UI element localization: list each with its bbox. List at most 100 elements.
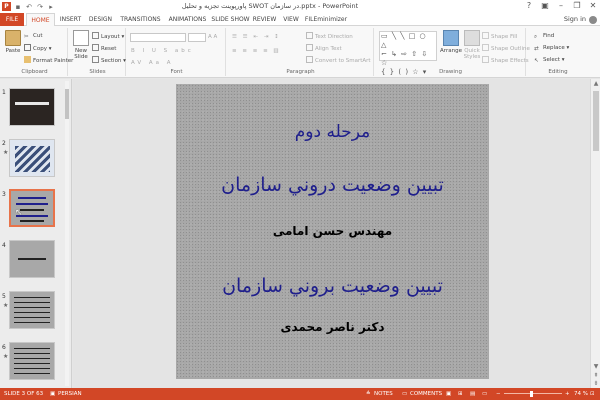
slide-heading[interactable]: مرحله دوم [176,122,489,142]
convert-smartart-button[interactable]: Convert to SmartArt [306,56,371,64]
close-button[interactable]: ✕ [588,1,598,11]
find-button[interactable]: ⌕ Find [534,32,554,40]
slide-thumbnail-1[interactable] [9,88,55,126]
minimize-button[interactable]: – [556,1,566,11]
save-icon[interactable]: ▪ [14,3,22,11]
quick-access-toolbar: P ▪ ↶ ↷ ▸ [2,2,55,11]
shape-effects-label: Shape Effects [491,58,529,64]
font-family-select[interactable] [130,33,186,42]
reset-button[interactable]: Reset [92,44,116,52]
tab-insert[interactable]: INSERT [57,13,84,26]
thumbnails-scroll-thumb[interactable] [65,89,69,119]
current-slide[interactable]: مرحله دوم تبيين وضعيت دروني سازمان مهندس… [176,84,489,379]
slide-presenter-1[interactable]: مهندس حسن امامی [176,224,489,238]
select-button[interactable]: ↖ Select ▾ [534,56,564,64]
tab-file[interactable]: FILE [0,13,24,26]
shapes-gallery[interactable]: ▭ ╲ ╲ □ ○ △ ⌐ ↳ ⇨ ⇧ ⇩ ☆{ } ( ) ☆ ▾ [379,31,437,76]
tab-slide-show[interactable]: SLIDE SHOW [211,13,250,26]
font-size-select[interactable] [188,33,206,42]
tab-review[interactable]: REVIEW [251,13,278,26]
layout-button[interactable]: Layout ▾ [92,32,124,40]
align-text-button[interactable]: Align Text [306,44,342,52]
editing-group-label: Editing [548,69,568,75]
language-indicator[interactable]: PERSIAN [58,388,82,400]
scroll-up-icon[interactable]: ▲ [591,80,600,87]
thumbnail-line [18,258,46,260]
slide-sorter-view-icon[interactable]: ⊞ [458,388,463,400]
zoom-level[interactable]: 74 % [574,388,588,400]
reading-view-icon[interactable]: ▤ [470,388,475,400]
paste-icon [5,30,21,46]
sign-in-link[interactable]: Sign in [564,13,586,26]
zoom-in-icon[interactable]: + [565,388,570,400]
new-slide-button[interactable]: New Slide [71,30,91,60]
copy-button[interactable]: Copy ▾ [24,44,51,52]
thumbnail-number: 4 [2,242,6,249]
tab-transitions[interactable]: TRANSITIONS [118,13,163,26]
thumbnails-scrollbar[interactable] [65,81,69,386]
tab-view[interactable]: VIEW [280,13,302,26]
tab-design[interactable]: DESIGN [86,13,115,26]
zoom-out-icon[interactable]: − [496,388,501,400]
replace-button[interactable]: ⇄ Replace ▾ [534,44,569,52]
shape-fill-button[interactable]: Shape Fill [482,32,517,40]
restore-button[interactable]: ❐ [572,1,582,11]
font-color-buttons[interactable]: AV Aa A [131,59,174,67]
redo-icon[interactable]: ↷ [36,3,44,11]
user-icon[interactable] [589,16,597,24]
slide-title-internal[interactable]: تبيين وضعيت دروني سازمان [176,174,489,196]
notes-icon[interactable]: ≙ [366,388,371,400]
convert-smartart-label: Convert to SmartArt [315,58,371,64]
slide-thumbnail-5[interactable] [9,291,55,329]
slide-title-external[interactable]: تبيين وضعيت بروني سازمان [176,275,489,297]
section-icon [92,56,99,63]
spell-check-icon[interactable]: ▣ [50,388,55,400]
shape-effects-button[interactable]: Shape Effects [482,56,529,64]
font-group-label: Font [170,69,183,75]
zoom-slider[interactable] [504,393,562,394]
thumbnail-text-lines [14,348,50,376]
scroll-down-icon[interactable]: ▼ [591,363,600,370]
slideshow-start-icon[interactable]: ▸ [47,3,55,11]
quick-styles-button[interactable]: Quick Styles [462,30,482,60]
slide-thumbnail-6[interactable] [9,342,55,380]
alignment-buttons[interactable]: ≡ ≡ ≡ ≡ ▥ [232,47,281,55]
slide-thumbnail-4[interactable] [9,240,55,278]
font-format-buttons[interactable]: B I U S abc [131,47,194,55]
slide-presenter-2[interactable]: دکتر ناصر محمدی [176,320,489,334]
quick-styles-icon [464,30,480,46]
editing-group: ⌕ Find ⇄ Replace ▾ ↖ Select ▾ Editing [528,28,588,76]
shape-fill-label: Shape Fill [491,34,518,40]
format-painter-button[interactable]: Format Painter [24,56,73,64]
arrange-button[interactable]: Arrange [440,30,462,54]
text-direction-button[interactable]: Text Direction [306,32,353,40]
notes-button[interactable]: NOTES [374,388,393,400]
tab-home[interactable]: HOME [26,13,55,26]
fit-to-window-icon[interactable]: ⊡ [590,388,595,400]
reset-label: Reset [101,46,117,52]
tab-fileminimizer[interactable]: FILEminimizer [304,13,348,26]
undo-icon[interactable]: ↶ [25,3,33,11]
slideshow-view-icon[interactable]: ▭ [482,388,487,400]
ribbon-display-button[interactable]: ▣ [540,1,550,11]
help-button[interactable]: ? [524,1,534,11]
normal-view-icon[interactable]: ▣ [446,388,451,400]
paste-button[interactable]: Paste [4,30,22,54]
grow-font-button[interactable]: A A [208,33,217,41]
previous-slide-icon[interactable]: ⇞ [591,372,600,379]
comments-button[interactable]: COMMENTS [410,388,442,400]
section-button[interactable]: Section ▾ [92,56,126,64]
arrange-label: Arrange [440,48,462,54]
next-slide-icon[interactable]: ⇟ [591,380,600,387]
comments-icon[interactable]: ▭ [402,388,407,400]
slide-thumbnail-2[interactable] [9,139,55,177]
cut-button[interactable]: ✂ Cut [24,32,42,40]
shape-outline-button[interactable]: Shape Outline [482,44,530,52]
list-buttons[interactable]: ☰ ☰ ⇤ ⇥ ↕ [232,33,281,41]
vertical-scroll-thumb[interactable] [593,91,599,151]
zoom-slider-thumb[interactable] [530,391,533,397]
paste-label: Paste [5,48,21,54]
tab-animations[interactable]: ANIMATIONS [165,13,210,26]
new-slide-icon [73,30,89,46]
vertical-scrollbar[interactable]: ▲ ▼ ⇞ ⇟ [590,79,600,388]
